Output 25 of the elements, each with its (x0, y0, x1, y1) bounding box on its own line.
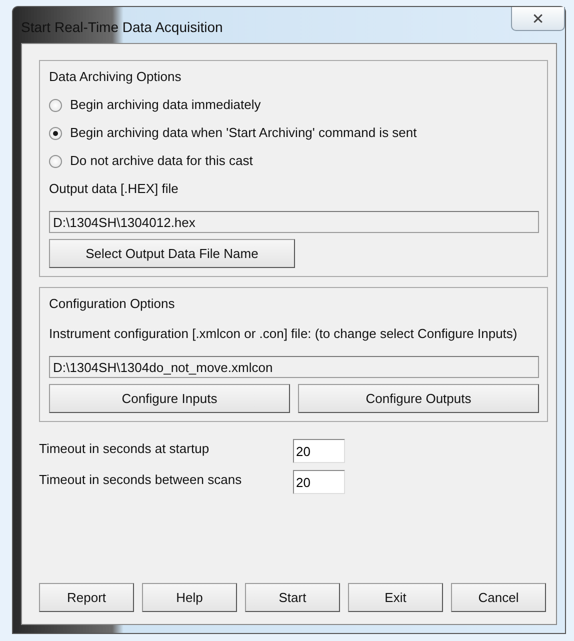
timeout-field[interactable]: 20 (293, 439, 345, 463)
dialog-button[interactable]: Report (39, 583, 134, 612)
radio-label: Do not archive data for this cast (70, 153, 253, 169)
field-label: Instrument configuration [.xmlcon or .con] file: (to change select Configure Inputs) (49, 326, 518, 342)
dialog-button[interactable]: Start (245, 583, 340, 612)
radio-label: Begin archiving data when 'Start Archiving' command is sent (70, 125, 417, 141)
config-file-field[interactable]: D:\1304SH\1304do_not_move.xmlcon (49, 356, 539, 378)
dialog-button[interactable]: Exit (348, 583, 443, 612)
radio-button[interactable] (49, 154, 62, 168)
timeout-field[interactable]: 20 (293, 470, 345, 494)
timeout-label: Timeout in seconds at startup (39, 440, 210, 457)
dialog-button[interactable]: Help (142, 583, 237, 612)
output-file-field[interactable]: D:\1304SH\1304012.hex (49, 211, 539, 233)
radio-button[interactable] (49, 126, 62, 140)
group-title: Data Archiving Options (49, 69, 182, 85)
field-label: Output data [.HEX] file (49, 181, 180, 197)
radio-button[interactable] (49, 98, 62, 112)
radio-label: Begin archiving data immediately (70, 97, 261, 113)
close-button[interactable]: ✕ (511, 7, 565, 31)
timeout-label: Timeout in seconds between scans (39, 471, 243, 488)
configure-button[interactable]: Configure Inputs (49, 384, 290, 413)
configure-button[interactable]: Configure Outputs (298, 384, 539, 413)
group-title: Configuration Options (49, 296, 176, 312)
dialog-button[interactable]: Cancel (451, 583, 546, 612)
select-file-button[interactable]: Select Output Data File Name (49, 239, 295, 268)
